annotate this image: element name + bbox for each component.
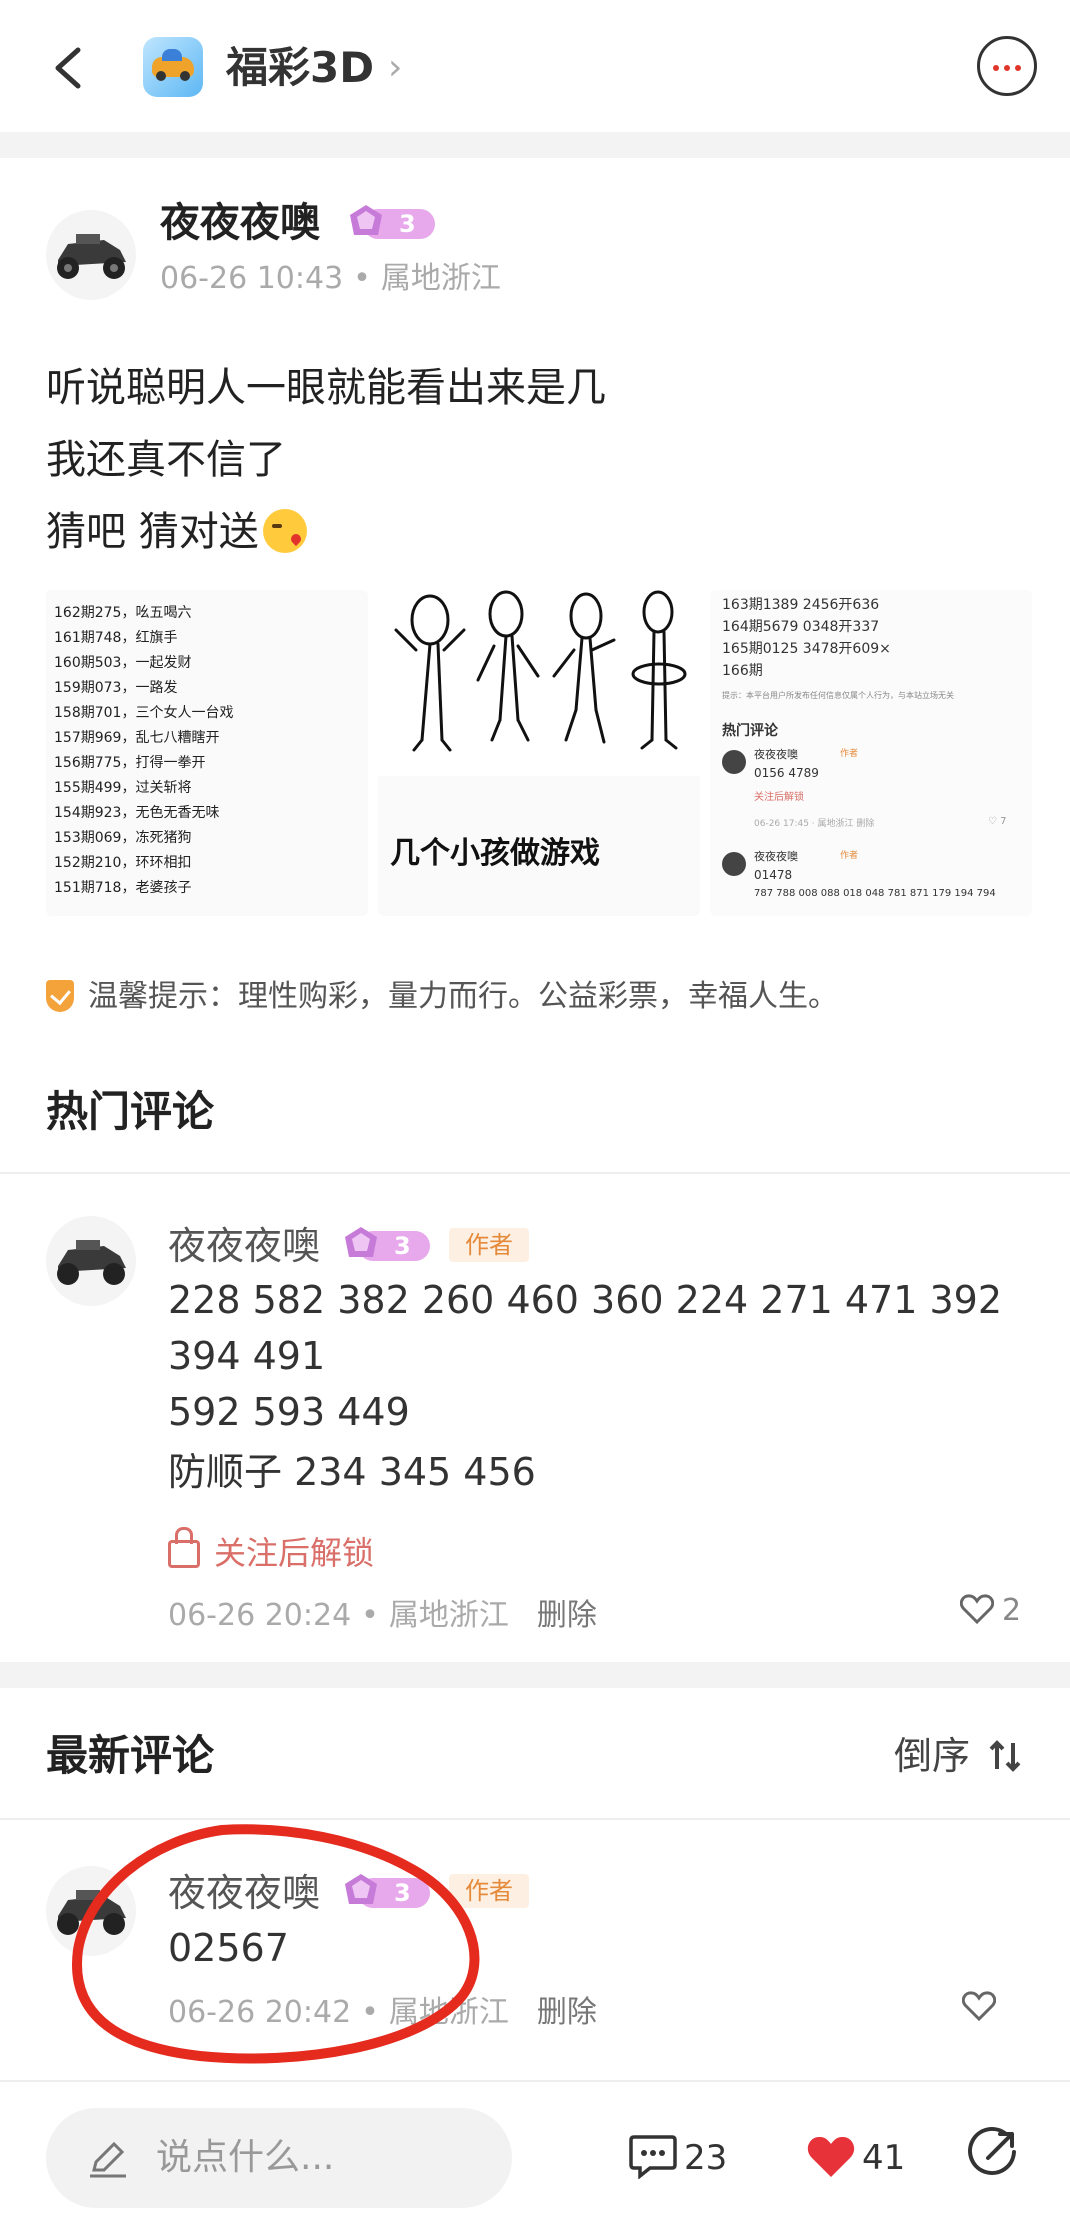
level-badge: 3 — [347, 203, 435, 241]
post-line-3: 猜吧 猜对送 — [46, 496, 606, 568]
comment-avatar[interactable] — [46, 1866, 136, 1956]
post-image-3[interactable]: 163期1389 2456开636 164期5679 0348开337 165期… — [710, 590, 1032, 916]
comment-like-button[interactable]: 2 — [959, 1591, 1021, 1631]
share-button[interactable] — [966, 2126, 1020, 2199]
top-gap — [0, 132, 1070, 158]
more-button[interactable] — [977, 36, 1037, 96]
comment-meta: 06-26 20:42 • 属地浙江 删除 — [168, 1995, 597, 2030]
comment-icon — [629, 2135, 677, 2180]
chevron-left-icon — [55, 47, 81, 89]
comment-avatar[interactable] — [46, 1216, 136, 1306]
latest-comments-title: 最新评论 — [46, 1731, 215, 1780]
comment-placeholder: 说点什么... — [156, 2137, 335, 2178]
comment-count-button[interactable]: 23 — [628, 2128, 727, 2188]
divider — [0, 1172, 1070, 1174]
avatar-car-icon — [46, 1216, 136, 1306]
app-logo-icon[interactable] — [143, 37, 203, 97]
post-time: 06-26 10:43 — [160, 261, 344, 296]
author-tag: 作者 — [449, 1874, 529, 1908]
stick-figures-drawing — [394, 590, 687, 752]
pencil-icon — [90, 2141, 126, 2178]
comment-meta: 06-26 20:24 • 属地浙江 删除 — [168, 1598, 597, 1633]
chevron-right-icon: › — [388, 47, 403, 88]
avatar[interactable] — [46, 210, 136, 300]
post-line-2: 我还真不信了 — [46, 437, 286, 483]
level-badge: 3 — [342, 1872, 430, 1910]
kiss-emoji-icon — [262, 509, 307, 553]
comment-line-3: 592 593 449 — [168, 1390, 410, 1434]
level-badge: 3 — [342, 1225, 430, 1263]
section-gap — [0, 1662, 1070, 1688]
sort-toggle[interactable]: 倒序 — [894, 1728, 1022, 1784]
gem-icon — [350, 205, 382, 235]
heart-outline-icon — [959, 1594, 995, 1625]
comment-author-name[interactable]: 夜夜夜噢 — [168, 1868, 320, 1918]
shield-icon — [46, 980, 74, 1012]
share-icon — [968, 2126, 1016, 2175]
comment-author-name[interactable]: 夜夜夜噢 — [168, 1221, 320, 1271]
back-button[interactable] — [44, 36, 94, 100]
bottom-bar: 说点什么... 23 41 — [0, 2080, 1070, 2238]
image-caption: 几个小孩做游戏 — [390, 836, 600, 871]
lock-icon — [168, 1527, 200, 1568]
hot-comments-title: 热门评论 — [46, 1087, 215, 1136]
comment-line-2: 394 491 — [168, 1334, 326, 1378]
heart-outline-icon — [961, 1991, 997, 2022]
level-number: 3 — [399, 210, 416, 238]
post-line-1: 听说聪明人一眼就能看出来是几 — [46, 365, 606, 411]
unlock-after-follow[interactable]: 关注后解锁 — [168, 1527, 374, 1576]
comment-like-button[interactable] — [961, 1988, 997, 2028]
avatar-car-icon — [46, 210, 136, 300]
author-tag: 作者 — [449, 1228, 529, 1262]
comment-line-1: 228 582 382 260 460 360 224 271 471 392 — [168, 1278, 1003, 1322]
like-count-button[interactable]: 41 — [806, 2128, 905, 2188]
divider — [0, 1818, 1070, 1820]
post-image-1[interactable]: 162期275，吆五喝六 161期748，红旗手 160期503，一起发财 15… — [46, 590, 368, 916]
delete-button[interactable]: 删除 — [537, 1995, 597, 2030]
post-location: 属地浙江 — [380, 261, 501, 296]
post-meta: 06-26 10:43 • 属地浙江 — [160, 261, 501, 296]
comment-input[interactable]: 说点什么... — [46, 2108, 512, 2208]
comment-text: 02567 — [168, 1926, 289, 1970]
comment-line-4: 防顺子 234 345 456 — [168, 1450, 536, 1494]
top-bar: 福彩3D › — [0, 0, 1070, 132]
post-image-2[interactable]: 几个小孩做游戏 — [378, 590, 700, 916]
heart-filled-icon — [807, 2136, 855, 2177]
delete-button[interactable]: 删除 — [537, 1598, 597, 1633]
gem-icon — [345, 1874, 377, 1904]
sort-icon — [989, 1740, 1021, 1772]
avatar-car-icon — [46, 1866, 136, 1956]
post-content: 听说聪明人一眼就能看出来是几 我还真不信了 猜吧 猜对送 — [46, 352, 606, 568]
responsible-gambling-tip: 温馨提示：理性购彩，量力而行。公益彩票，幸福人生。 — [46, 975, 838, 1019]
post-author-name[interactable]: 夜夜夜噢 — [160, 198, 320, 248]
gem-icon — [345, 1227, 377, 1257]
page-title[interactable]: 福彩3D — [226, 38, 374, 98]
